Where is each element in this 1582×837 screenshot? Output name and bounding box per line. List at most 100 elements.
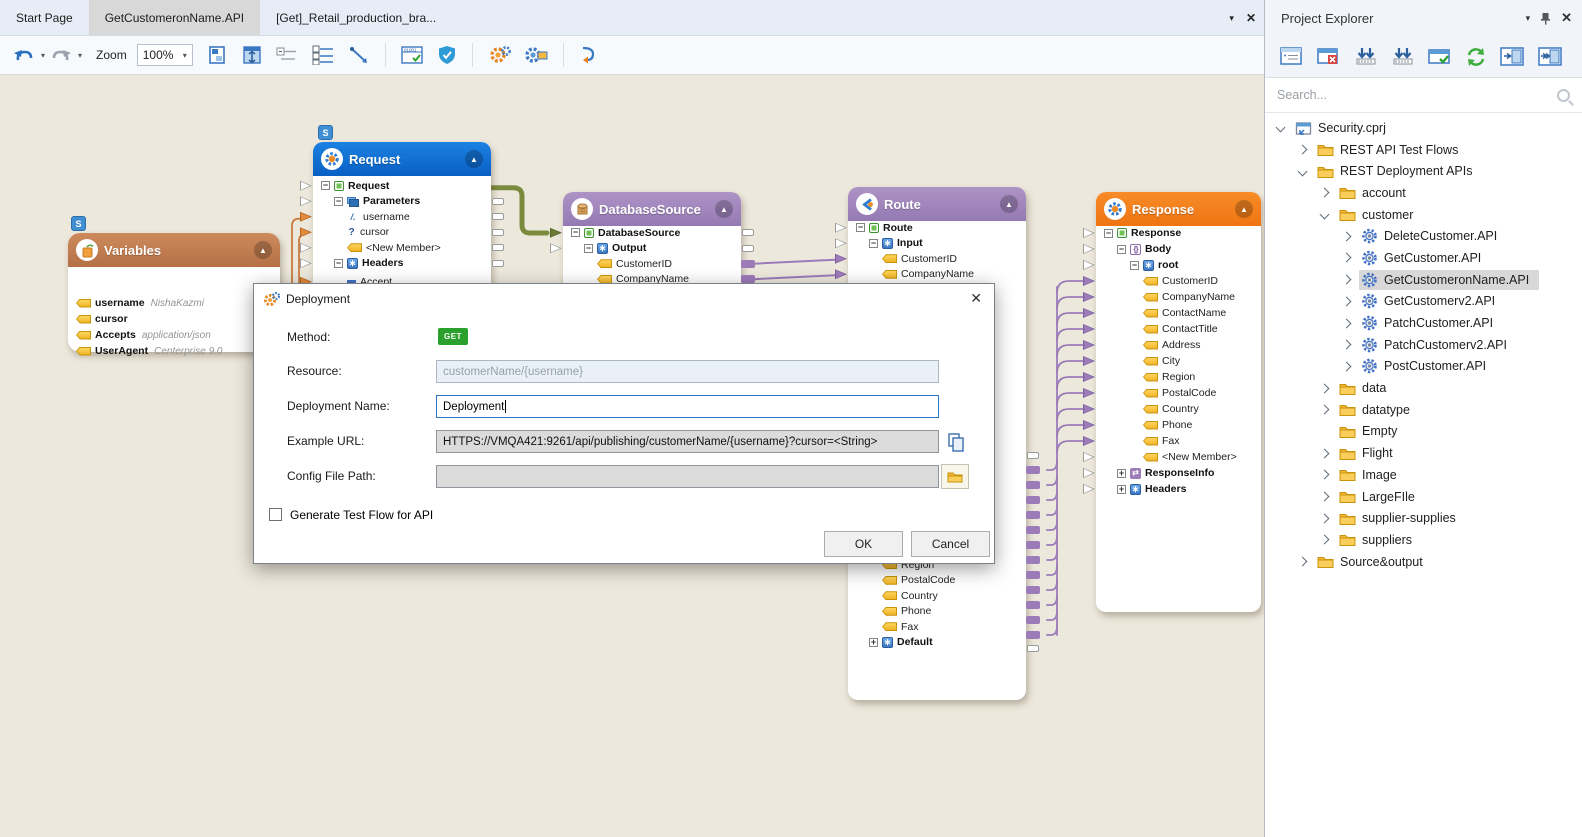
deploy-gears-button[interactable] [485, 43, 515, 67]
purple-in-port[interactable] [1083, 324, 1095, 334]
purple-in-port[interactable] [1083, 340, 1095, 350]
redo-chevron-down-icon[interactable]: ▾ [78, 51, 82, 60]
out-port-connected[interactable] [1026, 631, 1040, 639]
expander-chevron-icon[interactable] [1342, 318, 1352, 328]
node-variables[interactable]: Variables▲usernameNishaKazmicursorAccept… [68, 233, 280, 352]
link-tool-button[interactable] [345, 43, 373, 67]
tree-row-input[interactable]: −∗Input [848, 236, 1026, 252]
out-port[interactable] [492, 229, 504, 236]
expander-icon[interactable]: + [1117, 485, 1126, 494]
white-in-port[interactable] [300, 196, 312, 206]
tree-row-customerid[interactable]: CustomerID [563, 256, 741, 272]
tree-row-customerid[interactable]: CustomerID [848, 251, 1026, 267]
expander-chevron-icon[interactable] [1342, 275, 1352, 285]
out-port[interactable] [1027, 452, 1039, 459]
expander-icon[interactable]: + [869, 638, 878, 647]
get-latest-icon[interactable] [1351, 45, 1381, 68]
expander-chevron-icon[interactable] [1342, 231, 1352, 241]
out-port-connected[interactable] [1026, 541, 1040, 549]
out-port-connected[interactable] [1026, 586, 1040, 594]
tree-row-headers[interactable]: −∗Headers [313, 256, 491, 272]
out-port-connected[interactable] [1026, 466, 1040, 474]
get-latest-all-icon[interactable] [1388, 45, 1418, 68]
expander-icon[interactable]: − [584, 244, 593, 253]
tree-row-cursor[interactable]: ?cursor [313, 225, 491, 241]
expander-icon[interactable]: − [869, 239, 878, 248]
node-header-response[interactable]: Response▲ [1096, 192, 1261, 226]
out-port-connected[interactable] [1026, 526, 1040, 534]
out-port-connected[interactable] [1026, 556, 1040, 564]
redo-button[interactable] [47, 45, 75, 66]
copy-url-icon[interactable] [944, 430, 968, 454]
white-in-port[interactable] [300, 243, 312, 253]
node-header-database-source[interactable]: DatabaseSource▲ [563, 192, 741, 226]
out-port-connected[interactable] [1026, 571, 1040, 579]
browse-folder-icon[interactable] [941, 464, 969, 489]
resource-input[interactable]: customerName/{username} [436, 360, 939, 383]
white-in-port[interactable] [300, 181, 312, 191]
expander-chevron-icon[interactable] [1320, 513, 1330, 523]
close-icon[interactable]: ✕ [970, 290, 982, 307]
collapse-node-icon[interactable]: ▲ [465, 150, 483, 168]
expander-icon[interactable]: − [1130, 261, 1139, 270]
white-in-port[interactable] [835, 238, 847, 248]
purple-in-port[interactable] [1083, 292, 1095, 302]
expander-chevron-icon[interactable] [1298, 557, 1308, 567]
green-in-port[interactable] [550, 228, 562, 238]
white-in-port[interactable] [1083, 244, 1095, 254]
expand-all-button[interactable] [309, 43, 339, 67]
purple-in-port[interactable] [1083, 420, 1095, 430]
white-in-port[interactable] [1083, 452, 1095, 462]
purple-in-port[interactable] [1083, 388, 1095, 398]
out-port[interactable] [492, 198, 504, 205]
white-in-port[interactable] [835, 223, 847, 233]
tree-row-output[interactable]: −∗Output [563, 241, 741, 257]
tree-item-patchcustomerv2-api[interactable]: PatchCustomerv2.API [1265, 334, 1582, 356]
tree-row-city[interactable]: City [1096, 353, 1261, 369]
tree-row-phone[interactable]: Phone [848, 604, 1026, 620]
generate-testflow-checkbox[interactable] [269, 508, 282, 521]
tree-item-image[interactable]: Image [1265, 464, 1582, 486]
expander-chevron-icon[interactable] [1342, 361, 1352, 371]
out-port[interactable] [742, 229, 754, 236]
tree-item-getcustomer-api[interactable]: GetCustomer.API [1265, 247, 1582, 269]
white-in-port[interactable] [550, 243, 562, 253]
properties-window-icon[interactable] [1277, 45, 1307, 68]
expander-icon[interactable]: − [334, 259, 343, 268]
tree-row-contacttitle[interactable]: ContactTitle [1096, 321, 1261, 337]
tree-item-largefile[interactable]: LargeFIle [1265, 486, 1582, 508]
chevron-down-icon[interactable]: ▾ [1526, 13, 1531, 24]
autosize-vertical-button[interactable] [239, 43, 267, 67]
out-port-connected[interactable] [1026, 481, 1040, 489]
document-tab-0[interactable]: Start Page [0, 0, 89, 35]
node-header-variables[interactable]: Variables▲ [68, 233, 280, 267]
expander-chevron-icon[interactable] [1320, 470, 1330, 480]
cancel-button[interactable]: Cancel [911, 531, 990, 557]
tree-item-rest-api-test-flows[interactable]: REST API Test Flows [1265, 139, 1582, 161]
tree-row-responseinfo[interactable]: +⇄ResponseInfo [1096, 465, 1261, 481]
expander-chevron-icon[interactable] [1320, 405, 1330, 415]
tree-row-root[interactable]: −∗root [1096, 257, 1261, 273]
tree-row-request[interactable]: −Request [313, 178, 491, 194]
tree-item-source-output[interactable]: Source&output [1265, 551, 1582, 573]
deployment-name-input[interactable]: Deployment [436, 395, 939, 418]
tab-list-chevron-down-icon[interactable]: ▾ [1229, 13, 1234, 24]
white-in-port[interactable] [1083, 228, 1095, 238]
tree-row-country[interactable]: Country [848, 588, 1026, 604]
out-port-connected[interactable] [1026, 496, 1040, 504]
tree-row--new-member-[interactable]: <New Member> [313, 240, 491, 256]
out-port-connected[interactable] [1026, 601, 1040, 609]
preview-data-button[interactable]: 01001 [398, 43, 428, 67]
layout-button[interactable] [205, 43, 233, 67]
tree-row-fax[interactable]: Fax [1096, 433, 1261, 449]
tree-item-getcustomeronname-api[interactable]: GetCustomeronName.API [1265, 269, 1582, 291]
tree-row-customerid[interactable]: CustomerID [1096, 273, 1261, 289]
job-settings-button[interactable] [521, 43, 551, 67]
white-in-port[interactable] [300, 258, 312, 268]
tree-row-address[interactable]: Address [1096, 337, 1261, 353]
purple-in-port[interactable] [1083, 308, 1095, 318]
out-port[interactable] [492, 244, 504, 251]
tree-item-deletecustomer-api[interactable]: DeleteCustomer.API [1265, 225, 1582, 247]
tree-item-patchcustomer-api[interactable]: PatchCustomer.API [1265, 312, 1582, 334]
tree-item-customer[interactable]: customer [1265, 204, 1582, 226]
